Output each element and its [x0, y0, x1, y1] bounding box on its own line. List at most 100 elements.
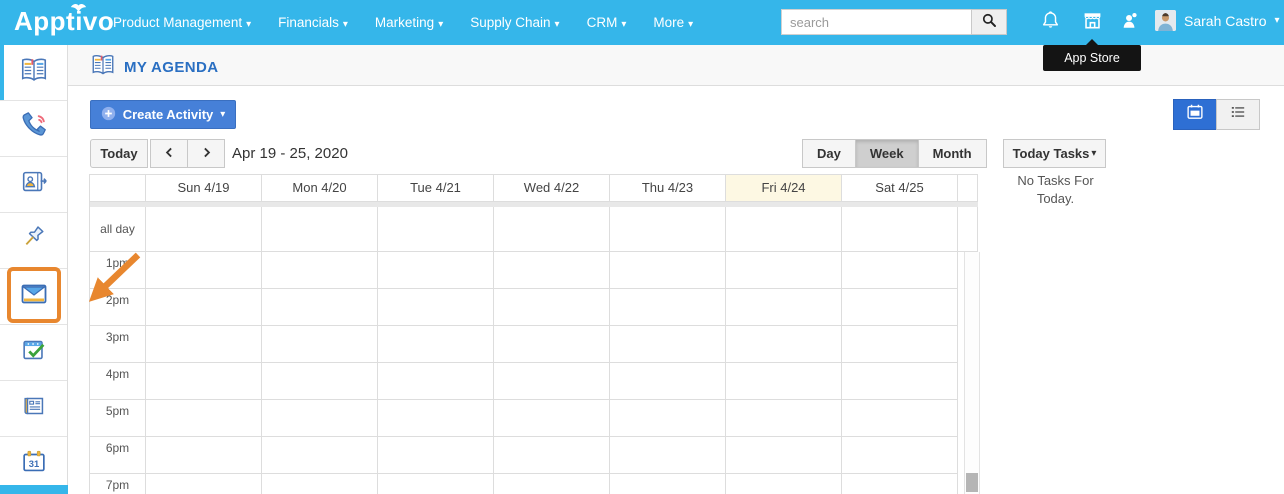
create-activity-button[interactable]: Create Activity ▾ — [90, 100, 236, 129]
calendar-view-button[interactable] — [1173, 99, 1217, 130]
user-menu[interactable]: Sarah Castro ▾ — [1155, 10, 1280, 31]
slot-wed-3pm[interactable] — [494, 326, 610, 363]
sidebar-item-emails[interactable] — [0, 269, 67, 325]
slot-tue-3pm[interactable] — [378, 326, 494, 363]
app-sidebar: 31 — [0, 45, 68, 494]
slot-fri-7pm[interactable] — [726, 474, 842, 494]
slot-thu-2pm[interactable] — [610, 289, 726, 326]
slot-thu-5pm[interactable] — [610, 400, 726, 437]
menu-product-management[interactable]: Product Management ▾ — [113, 15, 251, 30]
slot-thu-1pm[interactable] — [610, 252, 726, 289]
slot-thu-6pm[interactable] — [610, 437, 726, 474]
slot-sat-7pm[interactable] — [842, 474, 958, 494]
all-day-cell-fri[interactable] — [726, 207, 842, 252]
all-day-cell-sat[interactable] — [842, 207, 958, 252]
slot-sun-3pm[interactable] — [146, 326, 262, 363]
search-input[interactable] — [781, 9, 971, 35]
slot-mon-7pm[interactable] — [262, 474, 378, 494]
slot-sun-6pm[interactable] — [146, 437, 262, 474]
today-tasks-button[interactable]: Today Tasks ▾ — [1003, 139, 1106, 168]
time-label-6pm: 6pm — [90, 437, 146, 474]
slot-sun-2pm[interactable] — [146, 289, 262, 326]
slot-wed-2pm[interactable] — [494, 289, 610, 326]
all-day-cell-wed[interactable] — [494, 207, 610, 252]
slot-mon-2pm[interactable] — [262, 289, 378, 326]
slot-wed-7pm[interactable] — [494, 474, 610, 494]
menu-crm[interactable]: CRM ▾ — [587, 15, 627, 30]
slot-wed-6pm[interactable] — [494, 437, 610, 474]
chevron-right-icon — [200, 146, 213, 162]
prev-week-button[interactable] — [150, 139, 188, 168]
menu-financials[interactable]: Financials ▾ — [278, 15, 348, 30]
slot-tue-5pm[interactable] — [378, 400, 494, 437]
apptivo-logo[interactable]: Apptivo — [14, 6, 114, 37]
sidebar-item-news-feed[interactable] — [0, 381, 67, 437]
book-icon — [19, 55, 49, 90]
scrollbar-thumb[interactable] — [966, 473, 978, 492]
sidebar-item-pinned[interactable] — [0, 213, 67, 269]
user-activity-button[interactable] — [1117, 10, 1143, 36]
slot-mon-4pm[interactable] — [262, 363, 378, 400]
slot-mon-3pm[interactable] — [262, 326, 378, 363]
slot-fri-1pm[interactable] — [726, 252, 842, 289]
next-week-button[interactable] — [187, 139, 225, 168]
slot-mon-5pm[interactable] — [262, 400, 378, 437]
slot-wed-1pm[interactable] — [494, 252, 610, 289]
slot-sun-1pm[interactable] — [146, 252, 262, 289]
date-range-label: Apr 19 - 25, 2020 — [232, 145, 348, 162]
slot-fri-3pm[interactable] — [726, 326, 842, 363]
slot-mon-6pm[interactable] — [262, 437, 378, 474]
day-header-spacer — [958, 175, 978, 202]
menu-marketing[interactable]: Marketing ▾ — [375, 15, 443, 30]
slot-sun-7pm[interactable] — [146, 474, 262, 494]
today-button[interactable]: Today — [90, 139, 148, 168]
slot-tue-7pm[interactable] — [378, 474, 494, 494]
slot-tue-2pm[interactable] — [378, 289, 494, 326]
slot-thu-4pm[interactable] — [610, 363, 726, 400]
view-month-button[interactable]: Month — [917, 139, 987, 168]
app-window: Apptivo Product Management ▾ Financials ▾ … — [0, 0, 1284, 494]
slot-fri-6pm[interactable] — [726, 437, 842, 474]
slot-sat-2pm[interactable] — [842, 289, 958, 326]
sidebar-item-customers[interactable] — [0, 157, 67, 213]
slot-tue-1pm[interactable] — [378, 252, 494, 289]
slot-mon-1pm[interactable] — [262, 252, 378, 289]
all-day-cell-tue[interactable] — [378, 207, 494, 252]
slot-sat-6pm[interactable] — [842, 437, 958, 474]
list-view-button[interactable] — [1216, 99, 1260, 130]
menu-supply-chain[interactable]: Supply Chain ▾ — [470, 15, 559, 30]
app-store-button[interactable] — [1079, 10, 1105, 36]
slot-thu-7pm[interactable] — [610, 474, 726, 494]
time-label-7pm: 7pm — [90, 474, 146, 494]
sidebar-item-calls[interactable] — [0, 101, 67, 157]
notifications-button[interactable] — [1037, 10, 1063, 36]
sidebar-item-tasks[interactable] — [0, 325, 67, 381]
slot-sat-1pm[interactable] — [842, 252, 958, 289]
slot-thu-3pm[interactable] — [610, 326, 726, 363]
search-button[interactable] — [971, 9, 1007, 35]
view-day-button[interactable]: Day — [802, 139, 856, 168]
calendar-31-icon: 31 — [19, 447, 49, 482]
menu-more[interactable]: More ▾ — [653, 15, 693, 30]
all-day-cell-thu[interactable] — [610, 207, 726, 252]
slot-wed-4pm[interactable] — [494, 363, 610, 400]
all-day-cell-mon[interactable] — [262, 207, 378, 252]
main-menu: Product Management ▾ Financials ▾ Marketin… — [113, 0, 693, 45]
slot-sun-4pm[interactable] — [146, 363, 262, 400]
slot-fri-5pm[interactable] — [726, 400, 842, 437]
contact-card-icon — [19, 167, 49, 202]
slot-fri-2pm[interactable] — [726, 289, 842, 326]
all-day-cell-sun[interactable] — [146, 207, 262, 252]
slot-fri-4pm[interactable] — [726, 363, 842, 400]
slot-sat-3pm[interactable] — [842, 326, 958, 363]
calendar-scrollbar[interactable] — [964, 252, 980, 494]
slot-tue-6pm[interactable] — [378, 437, 494, 474]
sidebar-item-agenda[interactable] — [0, 45, 67, 101]
agenda-book-icon — [90, 52, 116, 83]
slot-wed-5pm[interactable] — [494, 400, 610, 437]
view-week-button[interactable]: Week — [854, 139, 919, 168]
slot-sun-5pm[interactable] — [146, 400, 262, 437]
slot-sat-5pm[interactable] — [842, 400, 958, 437]
slot-tue-4pm[interactable] — [378, 363, 494, 400]
slot-sat-4pm[interactable] — [842, 363, 958, 400]
